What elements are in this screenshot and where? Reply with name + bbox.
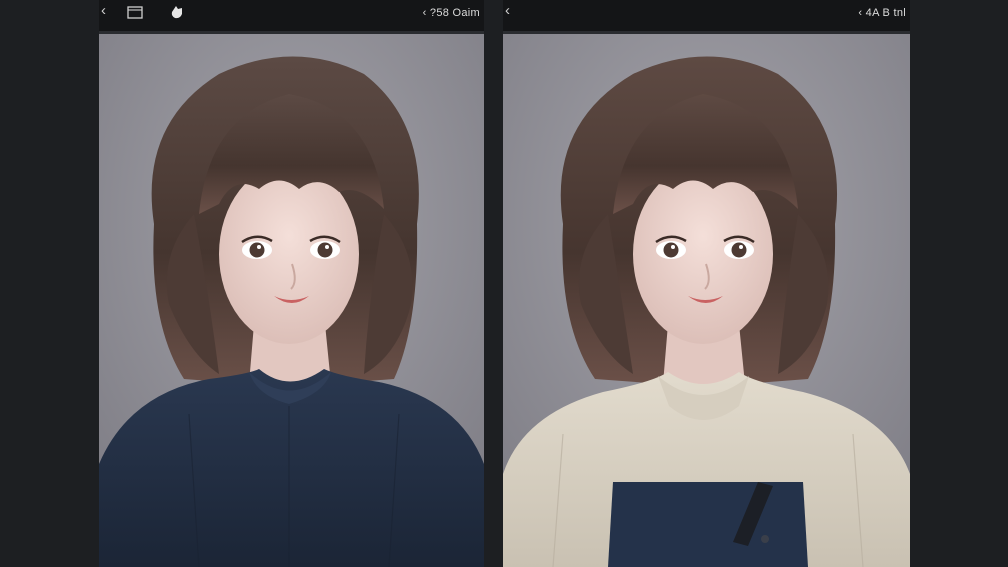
status-text: ‹ ?58 Oaim xyxy=(422,7,480,19)
right-top-bar: ‹ ‹ 4A B tnl xyxy=(503,0,910,34)
gallery-icon[interactable] xyxy=(127,6,143,22)
portrait-navy-sweater xyxy=(99,34,484,567)
left-phone-screen: ‹ ‹ ?58 Oaim xyxy=(99,0,484,567)
status-text: ‹ 4A B tnl xyxy=(858,7,906,19)
left-top-bar: ‹ ‹ ?58 Oaim xyxy=(99,0,484,34)
right-phone-screen: ‹ ‹ 4A B tnl xyxy=(503,0,910,567)
portrait-cream-sweater xyxy=(503,34,910,567)
back-chevron-icon[interactable]: ‹ xyxy=(505,3,510,18)
hand-pointer-icon[interactable] xyxy=(169,4,185,23)
back-chevron-icon[interactable]: ‹ xyxy=(101,3,106,18)
comparison-view: ‹ ‹ ?58 Oaim ‹ ‹ 4A B tnl xyxy=(0,0,1008,567)
